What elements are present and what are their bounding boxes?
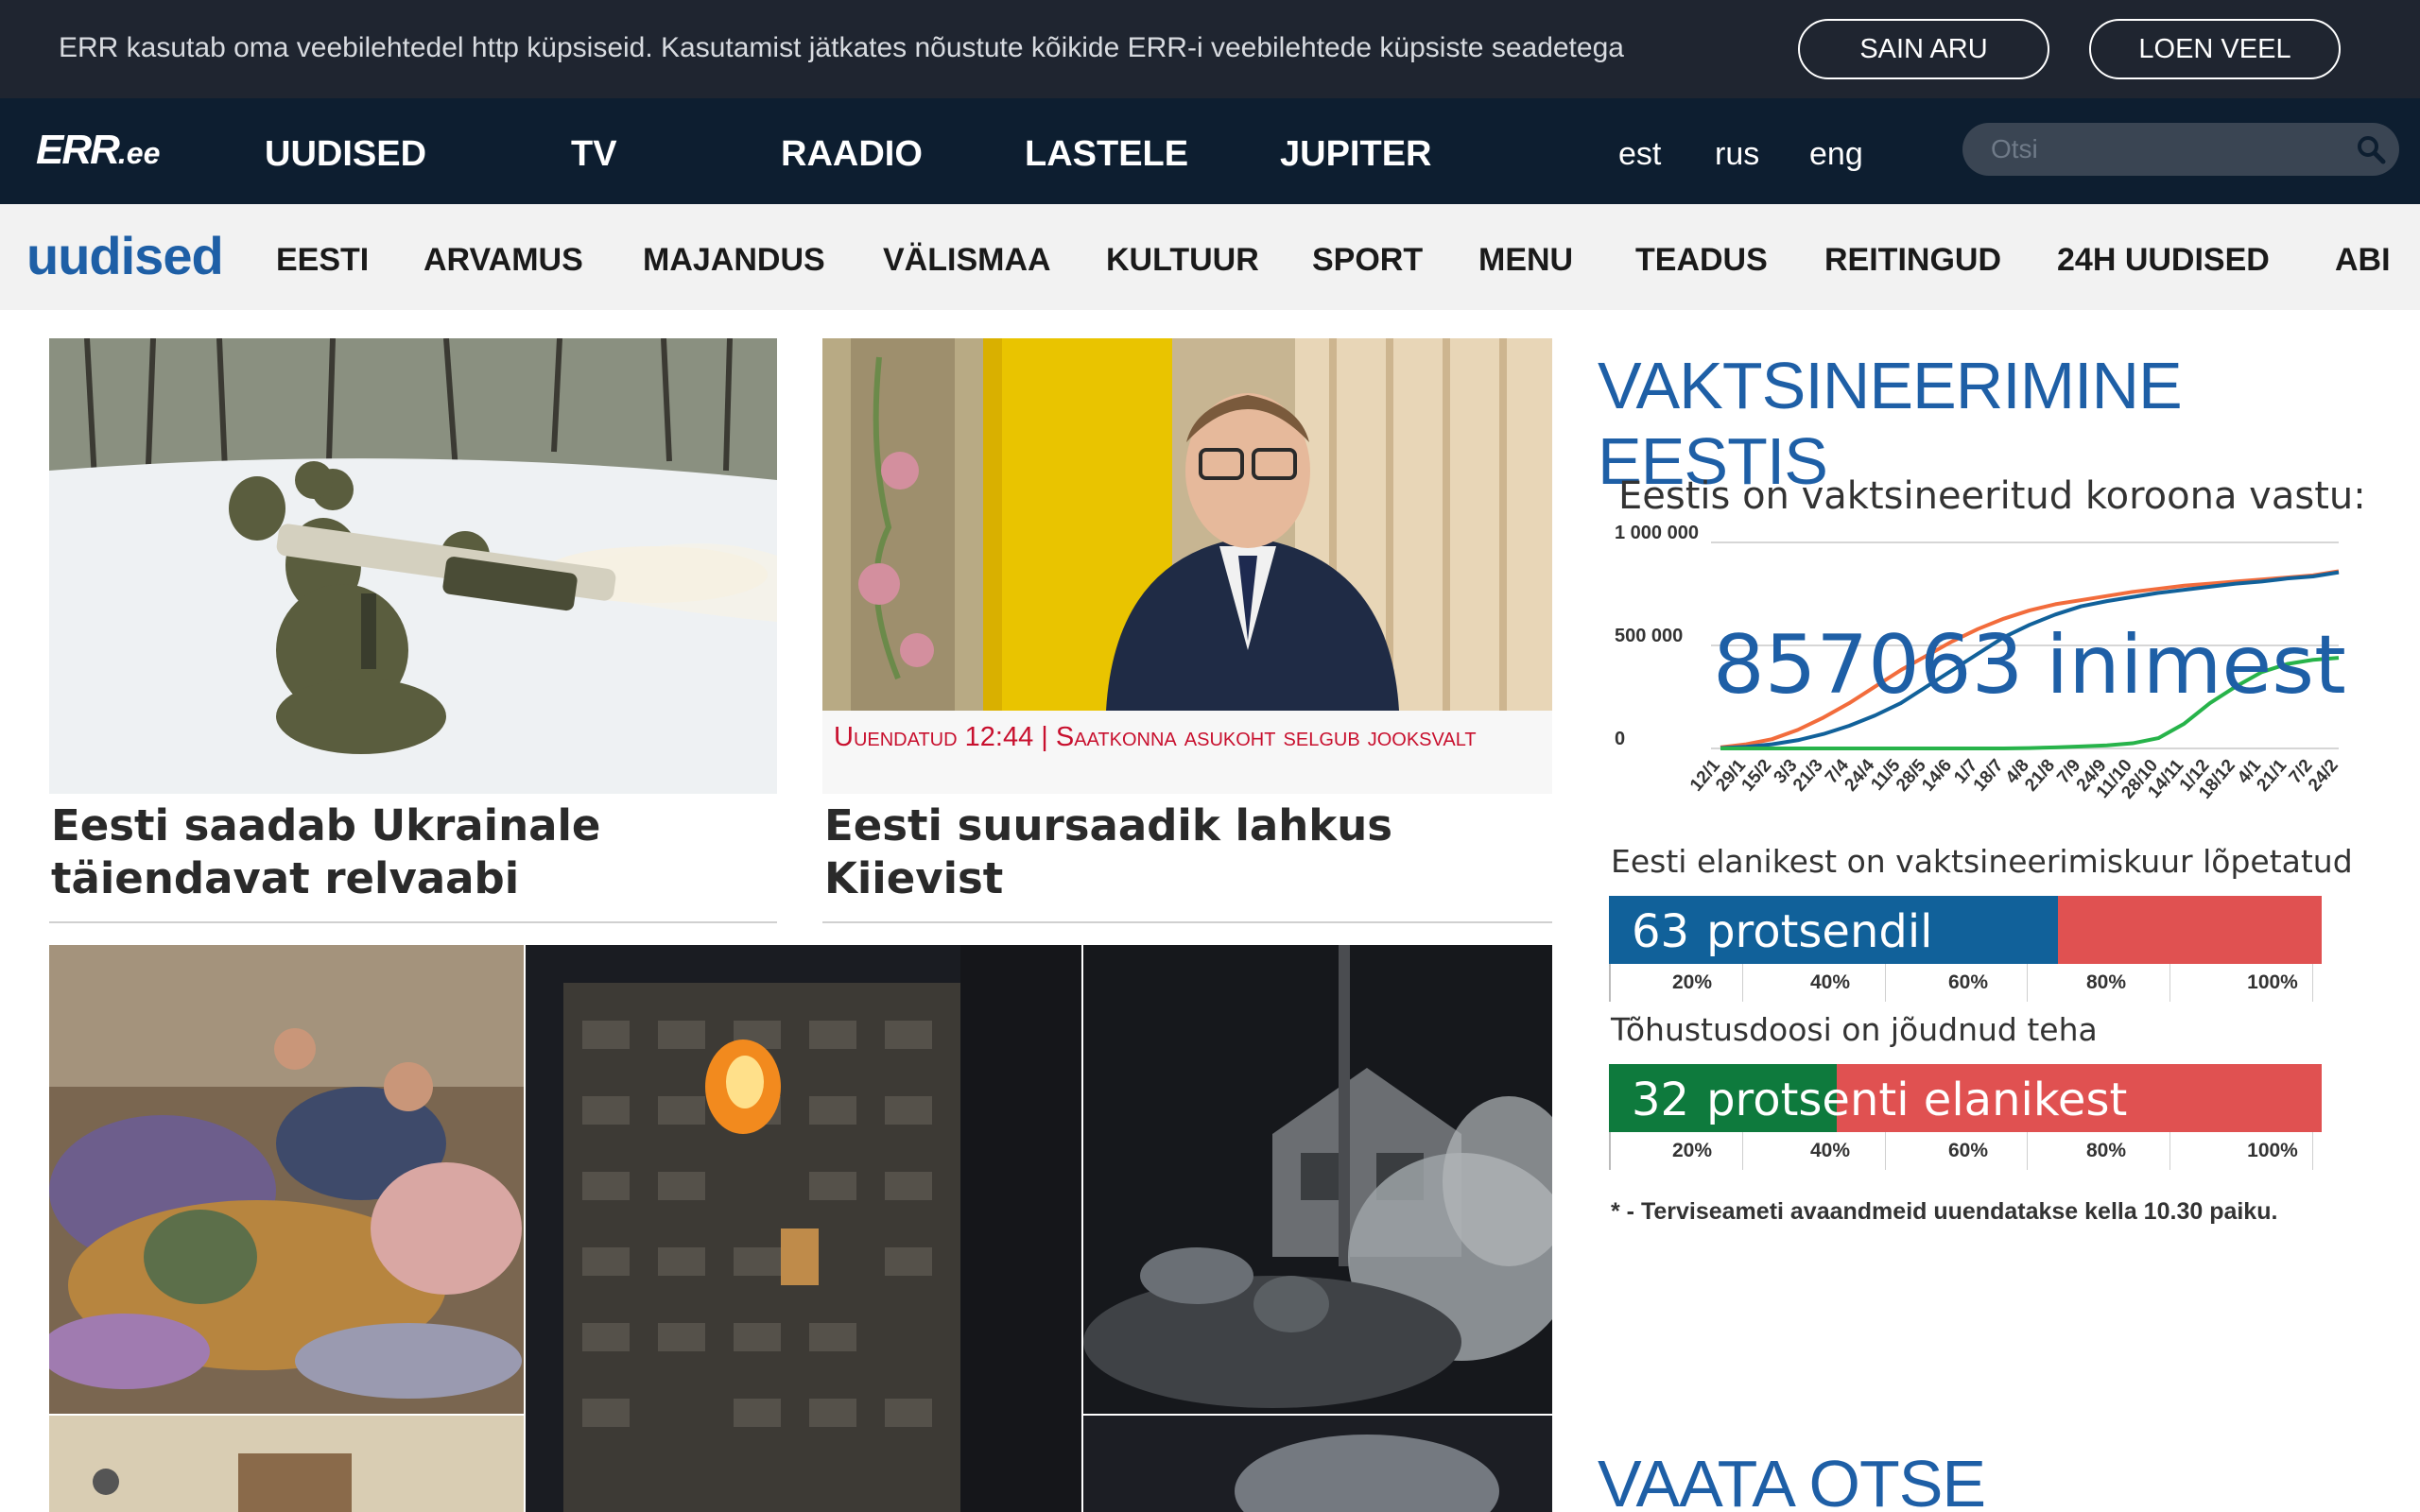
chart-x-tick-label: 24/2 [2305, 756, 2342, 796]
completed-bar-label: 63 protsendil [1632, 905, 1933, 958]
completed-axis: 20% 40% 60% 80% 100% [1609, 964, 2322, 1002]
bar-tick-label: 100% [2247, 971, 2298, 993]
vaccinated-count-value: 857063 [1713, 618, 2024, 713]
bar-tick-label: 40% [1809, 971, 1851, 993]
lang-est[interactable]: est [1618, 136, 1661, 173]
article-divider [49, 921, 777, 923]
search-input[interactable] [1991, 132, 2331, 166]
article-title-suursaadik[interactable]: Eesti suursaadik lahkus Kiievist [824, 799, 1552, 905]
bar-tick-line [2027, 1132, 2029, 1170]
section-brand[interactable]: uudised [26, 225, 224, 286]
article-title-relvaabi[interactable]: Eesti saadab Ukrainale täiendavat relvaa… [51, 799, 769, 905]
photo-debris-smoke[interactable] [1083, 945, 1552, 1414]
booster-heading: Tõhustusdoosi on jõudnud teha [1611, 1011, 2098, 1048]
vaccinated-heading: Eestis on vaktsineeritud koroona vastu: [1618, 474, 2366, 518]
section-majandus[interactable]: MAJANDUS [643, 242, 825, 279]
article-update-band: Uuendatud 12:44 | Saatkonna asukoht selg… [822, 711, 1552, 794]
bar-tick-line [1741, 964, 1743, 1002]
booster-axis: 20% 40% 60% 80% 100% [1609, 1132, 2322, 1170]
booster-value: 32 [1632, 1074, 1690, 1126]
bar-tick-label: 40% [1809, 1140, 1851, 1161]
bar-tick-line [1884, 964, 1886, 1002]
section-reitingud[interactable]: REITINGUD [1824, 242, 2001, 279]
photo-night-smoke[interactable] [1083, 1416, 1552, 1512]
chart-y-tick-label: 500 000 [1615, 626, 1683, 646]
article-image-soldiers[interactable] [49, 338, 777, 794]
cookie-read-more-button[interactable]: LOEN VEEL [2089, 19, 2341, 79]
section-teadus[interactable]: TEADUS [1635, 242, 1768, 279]
bar-tick-line [2312, 964, 2313, 1002]
top-navigation: ERR .ee UUDISED TV RAADIO LASTELE JUPITE… [0, 98, 2420, 204]
bar-tick-label: 20% [1671, 971, 1713, 993]
bar-tick-line [2312, 1132, 2313, 1170]
section-arvamus[interactable]: ARVAMUS [424, 242, 583, 279]
completed-heading: Eesti elanikest on vaktsineerimiskuur lõ… [1611, 843, 2353, 880]
section-kultuur[interactable]: KULTUUR [1106, 242, 1259, 279]
completed-value: 63 [1632, 905, 1690, 958]
section-sport[interactable]: SPORT [1312, 242, 1423, 279]
bar-tick-line [2169, 964, 2171, 1002]
err-logo[interactable]: ERR .ee [36, 127, 160, 174]
data-footnote: * - Terviseameti avaandmeid uuendatakse … [1611, 1198, 2278, 1225]
logo-tld: .ee [117, 136, 161, 170]
chart-y-tick-label: 1 000 000 [1615, 525, 1699, 543]
section-24h-uudised[interactable]: 24H UUDISED [2057, 242, 2270, 279]
search-box [1962, 123, 2399, 176]
booster-bar: 32 protsenti elanikest [1609, 1064, 2322, 1132]
bar-tick-label: 60% [1947, 1140, 1989, 1161]
lang-eng[interactable]: eng [1809, 136, 1863, 173]
lang-rus[interactable]: rus [1715, 136, 1759, 173]
bar-tick-label: 80% [2085, 971, 2127, 993]
bar-tick-label: 100% [2247, 1140, 2298, 1161]
top-nav-raadio[interactable]: RAADIO [781, 134, 923, 175]
cookie-text: ERR kasutab oma veebilehtedel http küpsi… [59, 32, 1624, 63]
bar-tick-line [2169, 1132, 2171, 1170]
top-nav-jupiter[interactable]: JUPITER [1280, 134, 1431, 175]
article-divider [822, 921, 1552, 923]
completed-bar: 63 protsendil [1609, 896, 2322, 964]
booster-bar-label: 32 protsenti elanikest [1632, 1074, 2127, 1126]
bar-tick-label: 80% [2085, 1140, 2127, 1161]
vaccinated-count: 857063 inimest [1713, 618, 2346, 713]
bar-tick-label: 20% [1671, 1140, 1713, 1161]
bar-tick-label: 60% [1947, 971, 1989, 993]
live-title[interactable]: VAATA OTSE [1598, 1446, 1986, 1512]
bar-tick-line [2027, 964, 2029, 1002]
photo-shelter-people[interactable] [49, 945, 524, 1414]
completed-unit: protsendil [1706, 905, 1933, 958]
booster-unit: protsenti elanikest [1706, 1074, 2128, 1126]
cookie-agree-button[interactable]: SAIN ARU [1798, 19, 2049, 79]
logo-text: ERR [36, 127, 120, 173]
vaccinated-count-unit: inimest [2046, 618, 2346, 713]
top-nav-uudised[interactable]: UUDISED [265, 134, 426, 175]
bar-tick-line [1884, 1132, 1886, 1170]
section-menu[interactable]: MENU [1478, 242, 1573, 279]
section-navigation: uudised EESTI ARVAMUS MAJANDUS VÄLISMAA … [0, 204, 2420, 310]
article-update-text: Uuendatud 12:44 | Saatkonna asukoht selg… [834, 722, 1477, 752]
section-valismaa[interactable]: VÄLISMAA [883, 242, 1051, 279]
chart-y-tick-label: 0 [1615, 729, 1625, 749]
bar-tick-line [1741, 1132, 1743, 1170]
photo-burning-building[interactable] [526, 945, 1081, 1512]
article-image-ambassador[interactable] [822, 338, 1552, 711]
cookie-banner: ERR kasutab oma veebilehtedel http küpsi… [0, 0, 2420, 98]
search-icon[interactable] [2356, 134, 2386, 164]
top-nav-lastele[interactable]: LASTELE [1025, 134, 1188, 175]
top-nav-tv[interactable]: TV [571, 134, 617, 175]
photo-room[interactable] [49, 1416, 524, 1512]
section-abi[interactable]: ABI [2335, 242, 2391, 279]
section-eesti[interactable]: EESTI [276, 242, 369, 279]
